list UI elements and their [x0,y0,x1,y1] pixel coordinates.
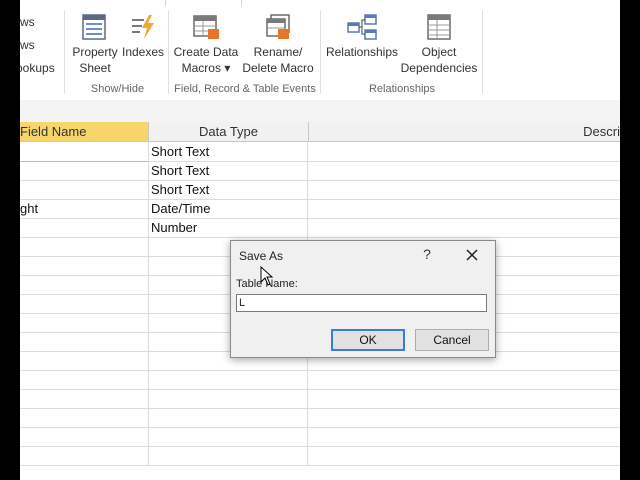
data-type-cell[interactable]: Short Text [149,161,308,180]
ribbon-left-item-2[interactable]: ws [20,37,35,53]
save-as-dialog: Save As ? Table Name: OK Cancel [230,240,496,358]
description-cell[interactable] [309,370,620,389]
data-type-cell[interactable]: Number [149,218,308,237]
ribbon-left-item-3[interactable]: ookups [20,60,55,76]
data-type-cell[interactable] [149,408,308,427]
group-separator [168,10,169,94]
field-name-cell[interactable] [20,218,149,237]
help-button[interactable]: ? [419,246,435,264]
table-row[interactable] [20,446,620,466]
table-row[interactable]: ght Date/Time [20,199,620,219]
description-cell[interactable] [309,427,620,446]
header-data-type[interactable]: Data Type [149,122,309,141]
table-row[interactable]: Short Text [20,180,620,200]
property-sheet-button[interactable]: Property Sheet [70,14,120,76]
relationships-button[interactable]: Relationships [324,14,400,60]
field-name-cell[interactable] [20,370,149,389]
mouse-pointer-icon [260,266,274,286]
description-cell[interactable] [309,142,620,161]
data-type-cell[interactable] [149,446,308,465]
group-separator [64,10,65,94]
data-type-cell[interactable]: Short Text [149,180,308,199]
grid-header: Field Name Data Type Descri [20,122,620,142]
data-type-cell[interactable] [149,427,308,446]
field-name-cell[interactable] [20,142,149,162]
table-row[interactable]: Number [20,218,620,238]
group-separator [320,10,321,94]
header-field-name[interactable]: Field Name [20,122,149,141]
table-row[interactable] [20,389,620,409]
table-row[interactable]: Short Text [20,142,620,162]
data-type-cell[interactable]: Date/Time [149,199,308,218]
rename-delete-macro-label-2: Delete Macro [242,61,314,75]
document-tab-band [20,100,620,123]
field-name-cell[interactable] [20,237,149,256]
dialog-title: Save As [239,249,284,263]
table-row[interactable] [20,370,620,390]
description-cell[interactable] [309,161,620,180]
data-macro-icon [193,15,219,39]
indexes-icon [132,15,154,39]
field-name-cell[interactable] [20,294,149,313]
rename-delete-macro-label-1: Rename/ [253,45,303,59]
field-name-cell[interactable] [20,313,149,332]
object-dependencies-icon [427,14,451,40]
data-type-cell[interactable] [149,389,308,408]
access-window: ws ws ookups Property Sheet Index [20,0,620,480]
create-data-macros-button[interactable]: Create Data Macros ▾ [172,14,240,76]
table-row[interactable]: Short Text [20,161,620,181]
data-type-cell[interactable]: Short Text [149,142,308,161]
data-type-cell[interactable] [149,370,308,389]
object-dependencies-label-2: Dependencies [400,61,478,75]
description-cell[interactable] [309,218,620,237]
table-name-input[interactable] [236,294,487,312]
field-name-cell[interactable] [20,427,149,446]
description-cell[interactable] [309,389,620,408]
field-name-cell[interactable] [20,408,149,427]
property-sheet-icon [82,14,106,40]
table-row[interactable] [20,427,620,447]
object-dependencies-button[interactable]: Object Dependencies [398,14,480,76]
field-name-cell[interactable] [20,180,149,199]
ok-button[interactable]: OK [331,329,405,351]
object-dependencies-label-1: Object [421,45,457,59]
field-name-cell[interactable] [20,275,149,294]
indexes-button[interactable]: Indexes [121,14,165,60]
field-name-cell[interactable] [20,256,149,275]
cancel-button[interactable]: Cancel [415,329,489,351]
relationships-label: Relationships [325,45,399,59]
description-cell[interactable] [309,446,620,465]
description-cell[interactable] [309,199,620,218]
group-label-relationships: Relationships [368,83,436,95]
group-separator [482,10,483,94]
table-row[interactable] [20,408,620,428]
create-data-macros-label-2: Macros ▾ [181,61,231,75]
create-data-macros-label-1: Create Data [173,45,239,59]
field-name-cell[interactable] [20,332,149,351]
close-icon[interactable] [463,246,481,264]
property-sheet-label-2: Sheet [79,61,111,75]
description-cell[interactable] [309,408,620,427]
header-description[interactable]: Descri [309,122,620,141]
group-label-events: Field, Record & Table Events [174,83,316,95]
field-name-cell[interactable] [20,389,149,408]
field-name-cell[interactable] [20,351,149,370]
rename-delete-macro-button[interactable]: Rename/ Delete Macro [238,14,318,76]
field-name-cell[interactable] [20,446,149,465]
ribbon: ws ws ookups Property Sheet Index [20,0,620,101]
group-label-show-hide: Show/Hide [90,83,145,95]
indexes-label: Indexes [121,45,165,59]
property-sheet-label-1: Property [72,45,118,59]
field-name-cell[interactable] [20,161,149,180]
field-name-cell[interactable]: ght [20,199,149,218]
description-cell[interactable] [309,180,620,199]
ribbon-left-item-1[interactable]: ws [20,14,35,30]
active-ribbon-tab[interactable] [165,0,242,6]
relationships-icon [347,14,377,40]
rename-macro-icon [266,14,290,39]
